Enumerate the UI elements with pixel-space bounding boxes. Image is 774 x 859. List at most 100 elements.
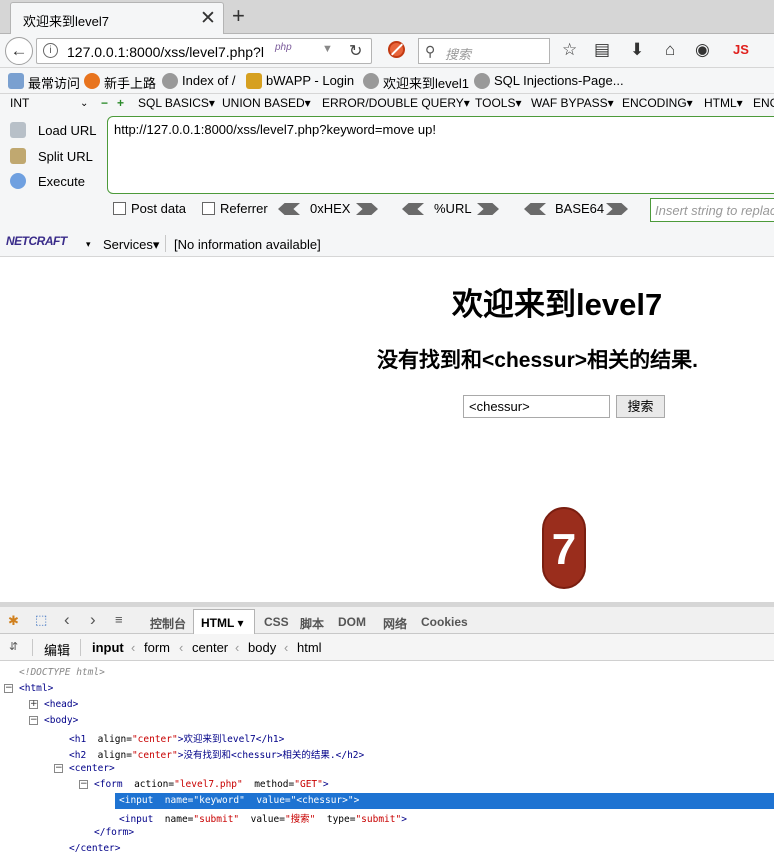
firefox-icon — [84, 73, 100, 89]
menu-waf-bypass[interactable]: WAF BYPASS▾ — [531, 96, 614, 110]
reload-icon[interactable]: ↻ — [349, 41, 362, 61]
execute-button[interactable]: Execute — [10, 173, 85, 189]
services-menu[interactable]: Services▾ — [103, 237, 159, 253]
inspect-icon[interactable]: ⬚ — [35, 612, 47, 628]
bookmark-item[interactable]: bWAPP - Login — [266, 73, 354, 88]
post-data-checkbox[interactable] — [113, 202, 126, 215]
tree-node-head[interactable]: + <head> — [0, 697, 774, 713]
url-decode-arrow-icon[interactable] — [402, 203, 424, 215]
keyword-input[interactable]: <chessur> — [463, 395, 610, 418]
tree-node-center[interactable]: − <center> — [0, 761, 774, 777]
info-icon[interactable]: i — [43, 43, 58, 58]
firebug-icon[interactable]: ✱ — [8, 613, 19, 629]
tree-node-input-submit[interactable]: <input name="submit" value="搜索" type="su… — [0, 809, 774, 825]
tree-node-h1[interactable]: <h1 align="center">欢迎来到level7</h1> — [0, 729, 774, 745]
close-tab-icon[interactable]: ✕ — [200, 7, 216, 30]
bookmark-item[interactable]: 最常访问 — [28, 73, 80, 92]
tab-network[interactable]: 网络 — [383, 615, 407, 632]
tab-console[interactable]: 控制台 — [150, 615, 186, 632]
page-heading: 欢迎来到level7 — [452, 287, 663, 322]
bookmark-star-icon[interactable]: ☆ — [562, 40, 577, 60]
divider — [80, 639, 81, 656]
hex-encode-arrow-icon[interactable] — [356, 203, 378, 215]
back-arrow-icon[interactable]: ‹ — [64, 610, 70, 630]
url-text[interactable]: 127.0.0.1:8000/xss/level7.php?l — [67, 44, 282, 60]
tab-cookies[interactable]: Cookies — [421, 615, 468, 629]
split-url-label: Split URL — [38, 149, 93, 164]
menu-encoding[interactable]: ENCODING▾ — [622, 96, 693, 110]
bookmark-item[interactable]: 欢迎来到level1 — [383, 73, 469, 92]
breadcrumb-input[interactable]: input — [92, 640, 124, 655]
base64-encode-arrow-icon[interactable] — [606, 203, 628, 215]
edit-button[interactable]: 编辑 — [44, 640, 70, 659]
tree-node-form[interactable]: − <form action="level7.php" method="GET"… — [0, 777, 774, 793]
collapse-toggle-icon[interactable]: − — [54, 764, 63, 773]
referrer-label: Referrer — [220, 201, 268, 216]
menu-html[interactable]: HTML▾ — [704, 96, 743, 110]
browser-tab[interactable]: 欢迎来到level7 ✕ — [10, 2, 224, 34]
minus-icon[interactable]: − — [101, 96, 108, 110]
url-bar[interactable]: i 127.0.0.1:8000/xss/level7.php?l php ▼ … — [36, 38, 372, 64]
breadcrumb-body[interactable]: body — [248, 640, 276, 655]
download-icon[interactable]: ⬇ — [630, 40, 644, 60]
netcraft-logo[interactable]: NETCRAFT — [6, 234, 67, 248]
chevron-down-icon[interactable]: ⌄ — [80, 98, 88, 109]
tree-node-body[interactable]: − <body> — [0, 713, 774, 729]
load-url-button[interactable]: Load URL — [10, 122, 97, 138]
tab-css[interactable]: CSS — [264, 615, 289, 629]
panel-toggle-icon[interactable]: ⇵ — [9, 640, 18, 653]
collapse-toggle-icon[interactable]: − — [4, 684, 13, 693]
search-box[interactable]: ⚲ 搜索 — [418, 38, 550, 64]
insert-string-input[interactable]: Insert string to replace — [650, 198, 774, 222]
referrer-checkbox[interactable] — [202, 202, 215, 215]
breadcrumb-form[interactable]: form — [144, 640, 170, 655]
new-tab-icon[interactable]: + — [232, 3, 245, 29]
tab-html[interactable]: HTML ▾ — [193, 609, 255, 634]
hex-label: 0xHEX — [310, 201, 351, 216]
menu-tools[interactable]: TOOLS▾ — [475, 96, 521, 110]
tree-node-doctype: <!DOCTYPE html> — [19, 667, 105, 678]
breadcrumb-html[interactable]: html — [297, 640, 322, 655]
hackbar-url-value[interactable]: http://127.0.0.1:8000/xss/level7.php?key… — [114, 122, 436, 137]
search-submit-button[interactable]: 搜索 — [616, 395, 665, 418]
breadcrumb-center[interactable]: center — [192, 640, 228, 655]
menu-error-double-query[interactable]: ERROR/DOUBLE QUERY▾ — [322, 96, 470, 110]
url-dropdown-icon[interactable]: ▼ — [322, 43, 333, 55]
expand-toggle-icon[interactable]: + — [29, 700, 38, 709]
back-arrow-icon[interactable]: ← — [5, 37, 33, 65]
tab-dom[interactable]: DOM — [338, 615, 366, 629]
collapse-toggle-icon[interactable]: − — [29, 716, 38, 725]
base64-decode-arrow-icon[interactable] — [524, 203, 546, 215]
bookmark-item[interactable]: 新手上路 — [104, 73, 156, 92]
menu-union-based[interactable]: UNION BASED▾ — [222, 96, 311, 110]
frequent-icon — [8, 73, 24, 89]
noscript-icon[interactable] — [388, 41, 405, 58]
tree-node-h2[interactable]: <h2 align="center">没有找到和<chessur>相关的结果.<… — [0, 745, 774, 761]
tree-node-input-keyword[interactable]: <input name="keyword" value="<chessur>"> — [0, 793, 774, 809]
chevron-down-icon[interactable]: ▾ — [86, 239, 91, 250]
hex-decode-arrow-icon[interactable] — [278, 203, 300, 215]
tree-node-html[interactable]: − <html> — [0, 681, 774, 697]
collapse-toggle-icon[interactable]: − — [79, 780, 88, 789]
globe-icon[interactable]: ◉ — [695, 40, 710, 60]
menu-enc[interactable]: ENC — [753, 96, 774, 110]
hackbar-panel: Load URL Split URL Execute http://127.0.… — [0, 114, 774, 230]
command-line-icon[interactable]: ≡ — [115, 612, 123, 627]
tab-script[interactable]: 脚本 — [300, 615, 324, 632]
forward-arrow-icon[interactable]: › — [90, 610, 96, 630]
url-encode-arrow-icon[interactable] — [477, 203, 499, 215]
plus-icon[interactable]: + — [117, 96, 124, 110]
split-url-button[interactable]: Split URL — [10, 148, 93, 164]
tab-html-label: HTML ▾ — [201, 616, 244, 630]
reading-list-icon[interactable]: ▤ — [594, 40, 610, 60]
bookmark-item[interactable]: SQL Injections-Page... — [494, 73, 624, 88]
menu-sql-basics[interactable]: SQL BASICS▾ — [138, 96, 215, 110]
home-icon[interactable]: ⌂ — [665, 40, 675, 60]
bookmark-item[interactable]: Index of / — [182, 73, 235, 88]
php-badge-icon: php — [275, 42, 292, 53]
execute-label: Execute — [38, 174, 85, 189]
hackbar-url-textarea[interactable]: http://127.0.0.1:8000/xss/level7.php?key… — [107, 116, 774, 194]
tab-title: 欢迎来到level7 — [23, 14, 109, 29]
js-toggle-button[interactable]: JS — [733, 42, 749, 57]
int-select[interactable]: INT — [10, 96, 29, 110]
